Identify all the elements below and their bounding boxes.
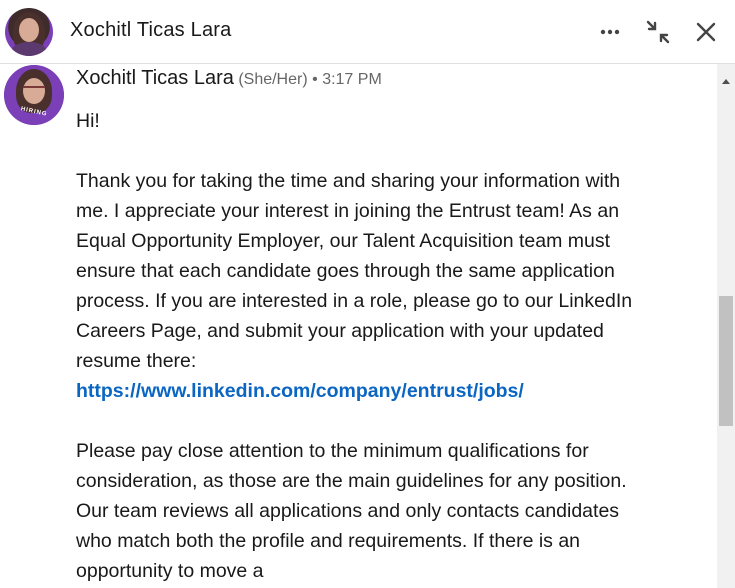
message-body: Hi! Thank you for taking the time and sh… [76,106,636,588]
message-meta: Xochitl Ticas Lara (She/Her) • 3:17 PM [76,67,382,90]
scrollbar[interactable] [717,64,735,588]
greeting-paragraph: Hi! [76,110,100,132]
message-paragraph: Thank you for taking the time and sharin… [76,166,636,406]
more-horizontal-icon [600,29,620,35]
header-avatar[interactable] [5,8,53,56]
careers-link[interactable]: https://www.linkedin.com/company/entrust… [76,380,524,402]
avatar-shoulders [11,42,47,56]
close-icon [696,22,716,42]
paragraph-text: Thank you for taking the time and sharin… [76,170,633,372]
close-button[interactable] [690,16,722,48]
more-options-button[interactable] [594,16,626,48]
sender-pronoun: (She/Her) [238,71,308,88]
chat-header: Xochitl Ticas Lara [0,0,735,64]
message-thread[interactable]: HIRING Xochitl Ticas Lara (She/Her) • 3:… [0,64,717,588]
collapse-button[interactable] [642,16,674,48]
meta-separator: • [312,71,318,88]
scroll-up-arrow-icon[interactable] [717,74,735,88]
message-paragraph: Please pay close attention to the minimu… [76,440,627,582]
avatar-face [19,18,39,42]
collapse-icon [646,20,670,44]
message-time: 3:17 PM [322,71,382,88]
sender-avatar[interactable]: HIRING [4,65,64,125]
scrollbar-thumb[interactable] [719,296,733,426]
header-title[interactable]: Xochitl Ticas Lara [70,19,231,42]
sender-name[interactable]: Xochitl Ticas Lara [76,67,234,89]
